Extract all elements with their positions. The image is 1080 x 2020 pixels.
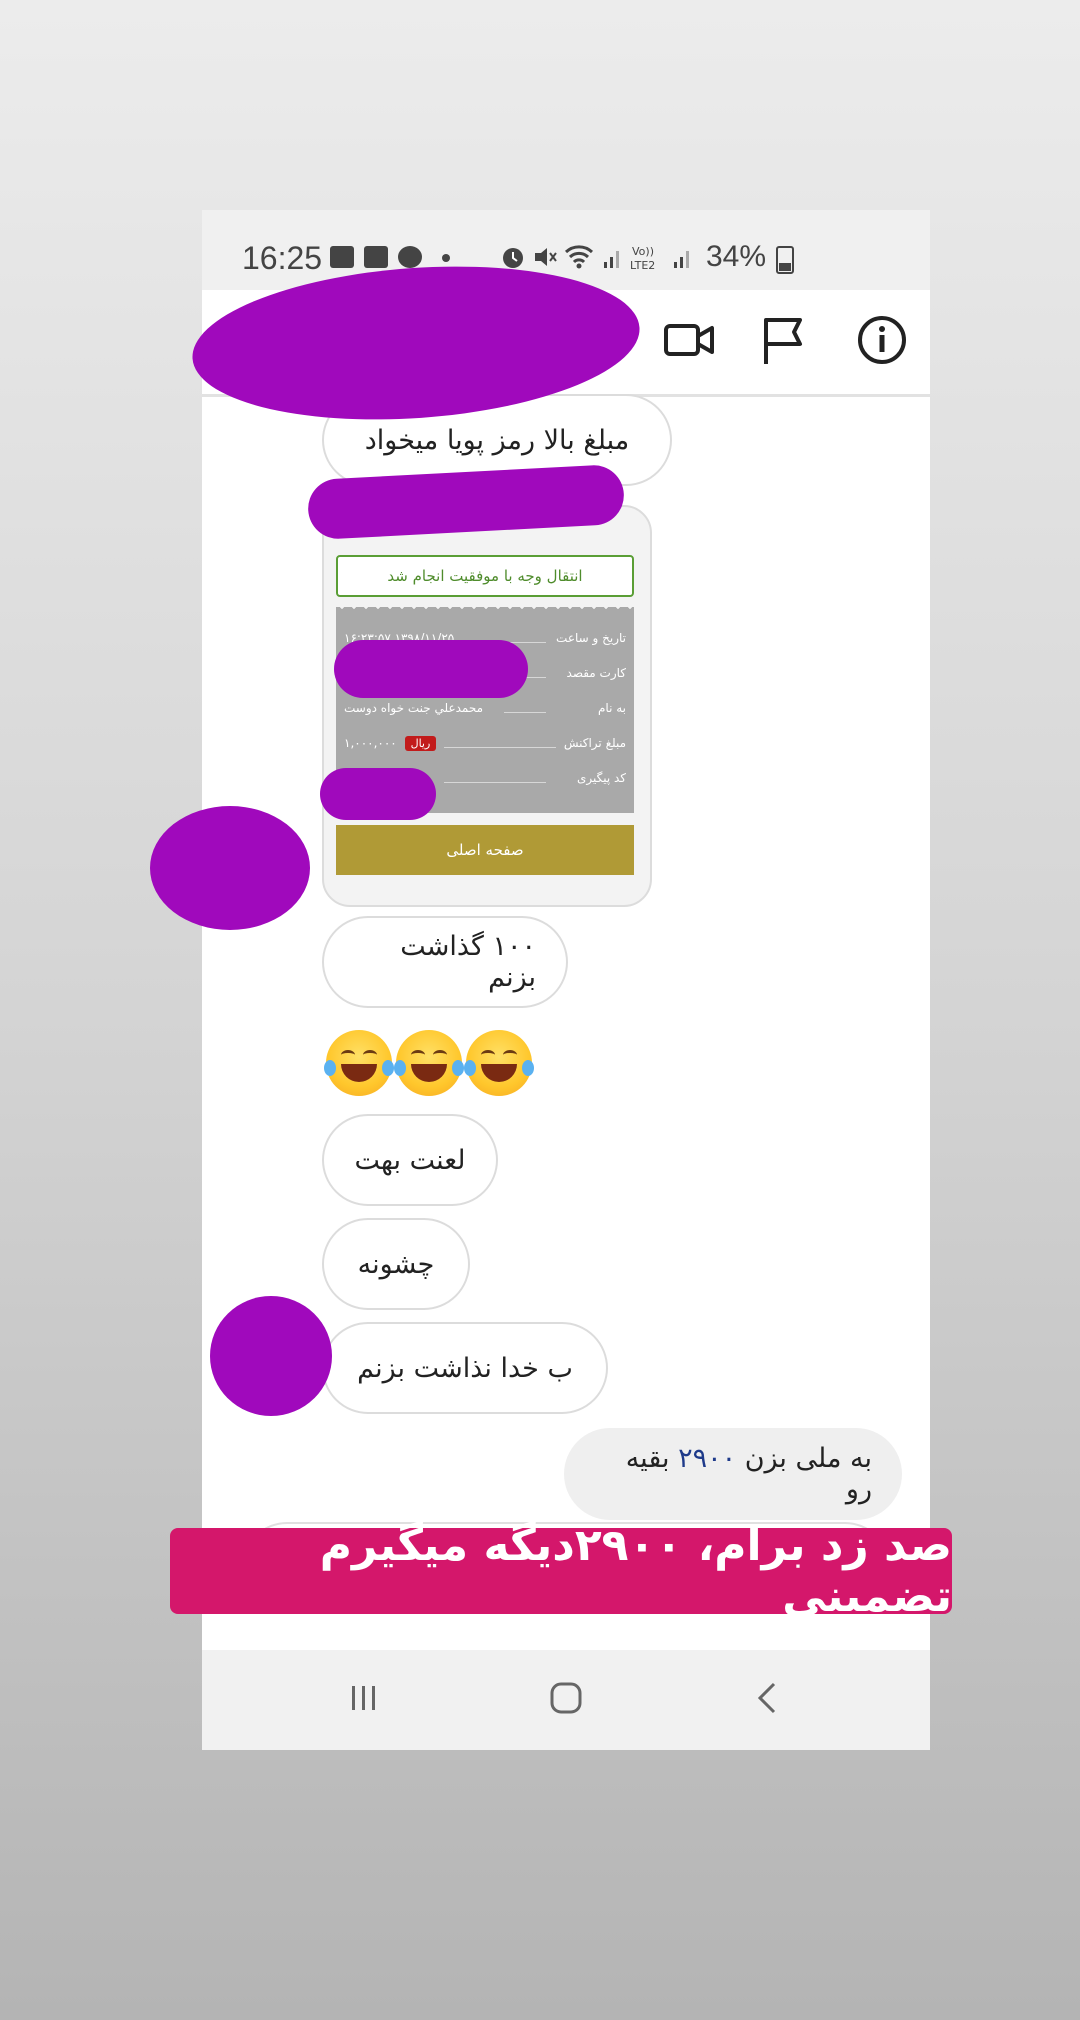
receipt-amount: ۱,۰۰۰,۰۰۰ (344, 736, 397, 750)
battery-percent: 34% (706, 240, 767, 273)
message-bubble[interactable]: چشونه (322, 1218, 470, 1310)
receipt-row-leader (444, 747, 556, 748)
message-text: به ملی بزن ۲۹۰۰ بقیه رو (594, 1443, 872, 1505)
rial-badge: ریال (404, 736, 437, 751)
receipt-row-label: کارت مقصد (566, 666, 626, 680)
recents-icon[interactable] (344, 1678, 384, 1718)
notification-icons (330, 246, 450, 268)
tears-of-joy-icon (324, 1030, 394, 1096)
message-text: چشونه (357, 1248, 435, 1280)
message-bubble[interactable]: ۱۰۰ گذاشت بزنم (322, 916, 568, 1008)
signal-icon (674, 251, 689, 268)
receipt-row: به نام محمدعلي جنت خواه دوست (344, 701, 626, 725)
message-text: لعنت بهت (354, 1144, 466, 1176)
emoji-message[interactable] (324, 1030, 534, 1096)
info-icon[interactable] (854, 312, 910, 368)
redaction-mark (150, 806, 310, 930)
caption-text: صد زد برام، ۲۹۰۰دیگه میگیرم تضمینی (319, 1520, 952, 1622)
phone-screenshot: 16:25 Vo)) LTE2 34% مبلغ بالا رمز پویا می… (202, 210, 930, 1750)
receipt-row-label: به نام (597, 701, 626, 715)
svg-text:Vo)): Vo)) (632, 245, 654, 258)
svg-text:LTE2: LTE2 (630, 259, 655, 272)
redaction-mark (334, 640, 528, 698)
receipt-row-leader (444, 782, 546, 783)
calendar-icon (364, 246, 388, 268)
message-bubble[interactable]: لعنت بهت (322, 1114, 498, 1206)
receipt-success-banner: انتقال وجه با موفقیت انجام شد (336, 555, 634, 597)
dot-icon (442, 254, 450, 262)
caption-banner: صد زد برام، ۲۹۰۰دیگه میگیرم تضمینی (170, 1520, 952, 1622)
wifi-icon (564, 245, 594, 269)
volte-icon: Vo))LTE2 (630, 245, 655, 272)
outgoing-message-bubble[interactable]: به ملی بزن ۲۹۰۰ بقیه رو (564, 1428, 902, 1520)
message-text: مبلغ بالا رمز پویا میخواد (364, 424, 630, 456)
receipt-image[interactable]: انتقال وجه با موفقیت انجام شد تاریخ و سا… (322, 505, 652, 907)
tears-of-joy-icon (394, 1030, 464, 1096)
signal-icon (604, 251, 619, 268)
receipt-row-label: تاریخ و ساعت (556, 631, 626, 645)
video-call-icon[interactable] (662, 312, 718, 368)
message-text: ۱۰۰ گذاشت بزنم (400, 931, 536, 993)
redaction-mark (320, 768, 436, 820)
receipt-row-label: کد پیگیری (576, 771, 626, 785)
android-nav-bar (202, 1650, 930, 1750)
flag-icon[interactable] (756, 312, 812, 368)
home-icon[interactable] (546, 1678, 586, 1718)
alarm-icon (503, 248, 523, 268)
back-icon[interactable] (748, 1678, 788, 1718)
redaction-mark (210, 1296, 332, 1416)
message-text-part: به ملی بزن (736, 1443, 872, 1474)
receipt-row-label: مبلغ تراکنش (563, 736, 626, 750)
message-number: ۲۹۰۰ (678, 1443, 737, 1474)
message-icon (330, 246, 354, 268)
facebook-icon (398, 246, 422, 268)
battery-icon (776, 246, 794, 274)
message-text: ب خدا نذاشت بزنم (357, 1352, 573, 1384)
status-time: 16:25 (242, 240, 323, 276)
tears-of-joy-icon (464, 1030, 534, 1096)
receipt-row-leader (504, 712, 546, 713)
message-bubble[interactable]: ب خدا نذاشت بزنم (322, 1322, 608, 1414)
mute-icon (535, 248, 557, 266)
receipt-row-value: ریال ۱,۰۰۰,۰۰۰ (344, 736, 437, 751)
receipt-home-label: صفحه اصلی (446, 841, 524, 859)
receipt-row-value: محمدعلي جنت خواه دوست (344, 701, 484, 715)
receipt-row: مبلغ تراکنش ریال ۱,۰۰۰,۰۰۰ (344, 736, 626, 760)
receipt-success-text: انتقال وجه با موفقیت انجام شد (387, 567, 583, 585)
receipt-home-button: صفحه اصلی (336, 825, 634, 875)
